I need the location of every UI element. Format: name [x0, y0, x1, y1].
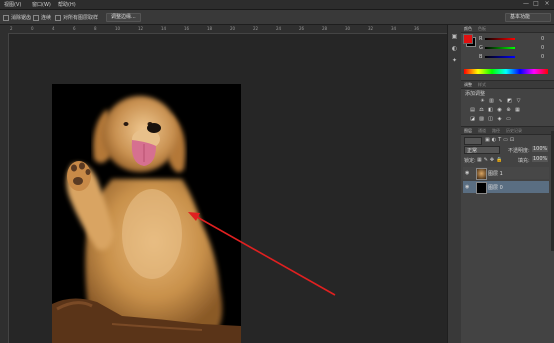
- exposure-icon[interactable]: ◩: [507, 99, 512, 104]
- layers-panel-tabs: 图层 通道 路径 历史记录: [461, 127, 554, 135]
- fill-value[interactable]: 100%: [532, 156, 549, 162]
- background-color-swatch[interactable]: [463, 34, 473, 44]
- color-g-slider[interactable]: [485, 47, 515, 49]
- opacity-value[interactable]: 100%: [532, 146, 549, 152]
- photo-filter-icon[interactable]: ◉: [497, 108, 502, 113]
- vibrance-icon[interactable]: ▽: [516, 99, 521, 104]
- color-panel: 颜色 色板 R 0 G 0 B 0: [461, 25, 554, 80]
- color-g-value[interactable]: 0: [541, 45, 544, 51]
- color-b-slider[interactable]: [485, 56, 515, 58]
- adjust-panel-tabs: 调整 样式: [461, 81, 554, 89]
- threshold-icon[interactable]: ◫: [488, 117, 493, 122]
- tab-styles[interactable]: 样式: [478, 82, 486, 88]
- color-panel-tabs: 颜色 色板: [461, 25, 554, 33]
- adjust-panel-icon[interactable]: ◐: [451, 45, 458, 52]
- color-b-value[interactable]: 0: [541, 54, 544, 60]
- arrow-line-canvas: [196, 216, 336, 296]
- tab-history[interactable]: 历史记录: [506, 128, 522, 134]
- eye-icon[interactable]: ◉: [465, 170, 469, 176]
- gradient-map-icon[interactable]: ▭: [506, 117, 511, 122]
- photoshop-window: 视图(V) 窗口(W) 帮助(H) — □ × 消除锯齿 连续 对所有图层取样 …: [0, 0, 554, 343]
- adjustments-panel: 调整 样式 添加调整 ☀ ▥ ∿ ◩ ▽ ▤ ⚖ ◧ ◉ ⊕ ▦ ◪ ▨ ◫ ◈…: [461, 80, 554, 131]
- layer-filter-kind[interactable]: [464, 137, 482, 145]
- posterize-icon[interactable]: ▨: [479, 117, 484, 122]
- selective-color-icon[interactable]: ◈: [497, 117, 502, 122]
- color-r-value[interactable]: 0: [541, 36, 544, 42]
- color-panel-icon[interactable]: ▣: [451, 33, 458, 40]
- color-r-slider[interactable]: [485, 38, 515, 40]
- color-spectrum-bar[interactable]: [464, 69, 548, 74]
- arrow-head-canvas: [188, 212, 200, 221]
- layer-name: 图层 0: [488, 185, 503, 191]
- channel-mixer-icon[interactable]: ⊕: [506, 108, 511, 113]
- style-panel-icon[interactable]: ✦: [451, 57, 458, 64]
- color-balance-icon[interactable]: ⚖: [479, 108, 484, 113]
- blend-mode-select[interactable]: 正常: [464, 146, 500, 154]
- brightness-icon[interactable]: ☀: [480, 99, 485, 104]
- color-r-label: R: [479, 36, 483, 42]
- levels-icon[interactable]: ▥: [489, 99, 494, 104]
- add-adjustment-title: 添加调整: [465, 91, 486, 97]
- invert-icon[interactable]: ◪: [470, 117, 475, 122]
- layer-row[interactable]: ◉ 图层 1: [463, 167, 549, 180]
- lock-label: 锁定:: [464, 158, 476, 164]
- layer-thumbnail-black: [476, 182, 487, 194]
- blend-mode-value: 正常: [467, 148, 478, 154]
- color-b-label: B: [479, 54, 483, 60]
- layers-panel: 图层 通道 路径 历史记录 ▣◐T▭⊡ 正常 不透明度: 100% 锁定: ▦✎…: [461, 126, 554, 343]
- tab-paths[interactable]: 路径: [492, 128, 500, 134]
- eye-icon[interactable]: ◉: [465, 184, 469, 190]
- tab-swatches[interactable]: 色板: [478, 26, 486, 32]
- tab-layers[interactable]: 图层: [464, 128, 472, 134]
- lock-icons[interactable]: ▦✎✥🔒: [477, 157, 504, 163]
- tab-adjustments[interactable]: 调整: [464, 82, 472, 88]
- color-g-label: G: [479, 45, 483, 51]
- layer-name: 图层 1: [488, 171, 503, 177]
- fill-label: 填充:: [518, 158, 530, 164]
- tab-color[interactable]: 颜色: [464, 26, 472, 32]
- black-white-icon[interactable]: ◧: [488, 108, 493, 113]
- color-lookup-icon[interactable]: ▦: [515, 108, 520, 113]
- layer-filter-icons[interactable]: ▣◐T▭⊡: [485, 137, 516, 143]
- right-panels: 颜色 色板 R 0 G 0 B 0 调整 样式 添加调整 ☀ ▥ ∿ ◩ ▽ ▤…: [461, 25, 554, 343]
- opacity-label: 不透明度:: [508, 148, 530, 154]
- panel-dock: ▣ ◐ ✦: [447, 25, 461, 343]
- curves-icon[interactable]: ∿: [498, 99, 503, 104]
- hue-saturation-icon[interactable]: ▤: [470, 108, 475, 113]
- tab-channels[interactable]: 通道: [478, 128, 486, 134]
- layer-row-selected[interactable]: ◉ 图层 0: [463, 181, 549, 194]
- layer-thumbnail: [476, 168, 487, 180]
